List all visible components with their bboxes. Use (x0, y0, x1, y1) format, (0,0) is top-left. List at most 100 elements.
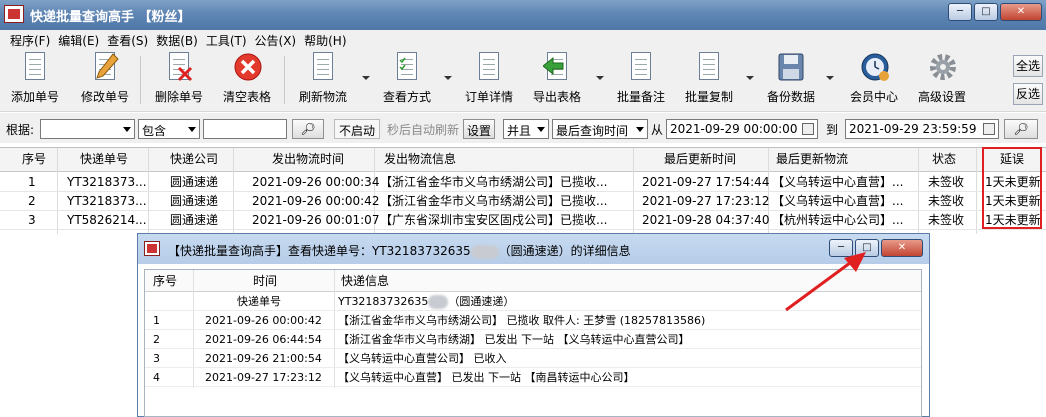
row-company: 圆通速递 (170, 175, 219, 189)
edit-number-button[interactable]: 修改单号 (78, 52, 132, 110)
window-controls: ─ □ ✕ (948, 3, 1042, 21)
dialog-title: 【快递批量查询高手】查看快递单号：YT32183732635 （圆通速递）的详细信… (168, 242, 631, 259)
filter-bar: 根据: 包含 🔎︎ 不启动 秒后自动刷新 设置 并且 最后查询时间 从 2021… (0, 113, 1046, 143)
order-detail-button[interactable]: 订单详情 (462, 52, 516, 110)
menu-view[interactable]: 查看(S) (103, 30, 152, 48)
advanced-settings-button[interactable]: 高级设置 (914, 52, 970, 110)
detail-col-time[interactable]: 时间 (253, 273, 277, 289)
window-title: 快递批量查询高手 【粉丝】 (30, 10, 191, 25)
copy-documents-icon (695, 52, 723, 84)
menu-help[interactable]: 帮助(H) (300, 30, 350, 48)
detail-col-index[interactable]: 序号 (153, 273, 177, 289)
maximize-button[interactable]: □ (974, 3, 998, 21)
calendar-icon[interactable] (983, 123, 995, 135)
col-last-update-time[interactable]: 最后更新时间 (664, 150, 736, 169)
export-dropdown-arrow[interactable] (596, 76, 604, 80)
to-date-value: 2021-09-29 23:59:59 (849, 122, 977, 136)
from-date-input[interactable]: 2021-09-29 00:00:00 (666, 119, 818, 139)
view-mode-label: 查看方式 (382, 90, 431, 104)
row-index: 3 (28, 213, 36, 227)
detail-info: 【浙江省金华市义乌市绣湖公司】 已揽收 取件人: 王梦雪 (1825781358… (338, 314, 706, 327)
col-status[interactable]: 状态 (932, 150, 956, 169)
table-header: 序号 快递单号 快递公司 发出物流时间 发出物流信息 最后更新时间 最后更新物流… (0, 148, 1046, 172)
view-mode-button[interactable]: 查看方式 (380, 52, 434, 110)
to-date-input[interactable]: 2021-09-29 23:59:59 (845, 119, 999, 139)
chevron-down-icon (123, 127, 131, 132)
row-send-info: 【浙江省金华市义乌市绣湖公司】已揽收... (380, 175, 608, 189)
note-scroll-icon (627, 52, 655, 84)
close-button[interactable]: ✕ (1000, 3, 1042, 21)
backup-dropdown-arrow[interactable] (826, 76, 834, 80)
batch-note-button[interactable]: 批量备注 (614, 52, 668, 110)
row-last-update-time: 2021-09-27 17:54:44 (642, 175, 770, 189)
dialog-close-button[interactable]: ✕ (881, 239, 923, 257)
row-status: 未签收 (928, 213, 965, 227)
keyword-input[interactable] (203, 119, 287, 139)
tracking-label: 快递单号 (237, 295, 281, 308)
col-send-info[interactable]: 发出物流信息 (384, 150, 456, 169)
refresh-dropdown-arrow[interactable] (362, 76, 370, 80)
select-all-button[interactable]: 全选 (1013, 55, 1043, 77)
dialog-title-prefix: 【快递批量查询高手】查看快递单号：YT32183732635 (168, 244, 471, 258)
col-index[interactable]: 序号 (22, 150, 46, 169)
member-center-button[interactable]: 会员中心 (846, 52, 902, 110)
minimize-button[interactable]: ─ (948, 3, 972, 21)
detail-time: 2021-09-26 06:44:54 (205, 333, 322, 346)
date-search-button[interactable]: 🔎︎ (1004, 119, 1038, 139)
detail-index: 4 (153, 371, 160, 384)
search-icon: 🔎︎ (1013, 122, 1029, 136)
list-item[interactable]: 3 2021-09-26 21:00:54 【义乌转运中心直营公司】 已收入 (145, 350, 921, 368)
list-item[interactable]: 4 2021-09-27 17:23:12 【义乌转运中心直营】 已发出 下一站… (145, 369, 921, 387)
menu-program[interactable]: 程序(F) (6, 30, 54, 48)
menu-notice[interactable]: 公告(X) (251, 30, 301, 48)
row-tracking-number: YT3218373... (67, 194, 147, 208)
export-table-button[interactable]: 导出表格 (530, 52, 584, 110)
gear-icon (928, 52, 956, 84)
col-send-time[interactable]: 发出物流时间 (272, 150, 344, 169)
col-tracking-number[interactable]: 快递单号 (80, 150, 128, 169)
floppy-disk-icon (777, 52, 805, 84)
dialog-title-suffix: （圆通速递）的详细信息 (498, 244, 631, 258)
auto-refresh-toggle[interactable]: 不启动 (334, 119, 380, 139)
to-label: 到 (826, 123, 839, 137)
list-item[interactable]: 2 2021-09-26 06:44:54 【浙江省金华市义乌市绣湖】 已发出 … (145, 331, 921, 349)
settings-button[interactable]: 设置 (463, 119, 495, 139)
row-last-update-info: 【杭州转运中心公司】... (772, 213, 904, 227)
refresh-logistics-button[interactable]: 刷新物流 (296, 52, 350, 110)
search-button[interactable]: 🔎︎ (292, 119, 324, 139)
row-last-update-time: 2021-09-27 17:23:12 (642, 194, 770, 208)
match-select[interactable]: 包含 (138, 119, 200, 139)
col-last-update-info[interactable]: 最后更新物流 (776, 150, 848, 169)
refresh-document-icon (309, 52, 337, 84)
invert-selection-button[interactable]: 反选 (1013, 83, 1043, 105)
time-field-select[interactable]: 最后查询时间 (552, 119, 648, 139)
menu-edit[interactable]: 编辑(E) (54, 30, 103, 48)
batch-copy-dropdown-arrow[interactable] (746, 76, 754, 80)
clear-table-button[interactable]: 清空表格 (220, 52, 274, 110)
add-number-button[interactable]: 添加单号 (8, 52, 62, 110)
calendar-icon[interactable] (802, 123, 814, 135)
backup-data-button[interactable]: 备份数据 (764, 52, 818, 110)
table-row[interactable]: 1 YT3218373... 圆通速递 2021-09-26 00:00:34 … (0, 173, 1046, 192)
detail-index: 1 (153, 314, 160, 327)
basis-select[interactable] (40, 119, 135, 139)
batch-copy-button[interactable]: 批量复制 (680, 52, 738, 110)
view-mode-dropdown-arrow[interactable] (444, 76, 452, 80)
menu-data[interactable]: 数据(B) (152, 30, 202, 48)
detail-col-info[interactable]: 快递信息 (341, 273, 389, 289)
row-send-time: 2021-09-26 00:01:07 (252, 213, 380, 227)
row-index: 1 (28, 175, 36, 189)
logic-select[interactable]: 并且 (503, 119, 549, 139)
col-company[interactable]: 快递公司 (170, 150, 218, 169)
member-center-label: 会员中心 (849, 90, 898, 104)
table-row[interactable]: 2 YT3218373... 圆通速递 2021-09-26 00:00:42 … (0, 192, 1046, 211)
row-send-time: 2021-09-26 00:00:42 (252, 194, 380, 208)
delete-number-button[interactable]: 删除单号 (152, 52, 206, 110)
checklist-icon (393, 52, 421, 84)
auto-refresh-label: 秒后自动刷新 (387, 123, 460, 137)
menu-tools[interactable]: 工具(T) (202, 30, 251, 48)
table-row[interactable]: 3 YT5826214... 圆通速递 2021-09-26 00:01:07 … (0, 211, 1046, 230)
delete-number-label: 删除单号 (154, 90, 203, 104)
row-last-update-time: 2021-09-28 04:37:40 (642, 213, 770, 227)
detail-time: 2021-09-27 17:23:12 (205, 371, 322, 384)
